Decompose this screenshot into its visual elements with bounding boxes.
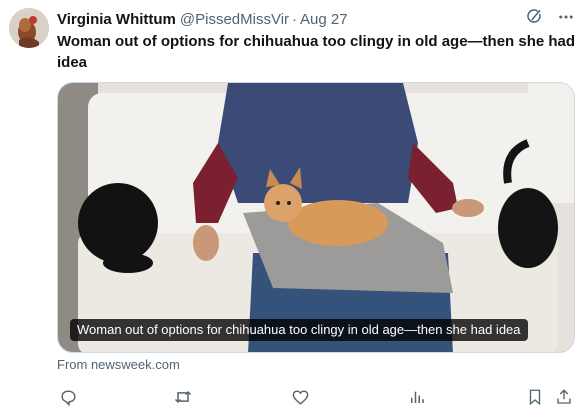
views-icon bbox=[411, 391, 424, 403]
author-handle[interactable]: @PissedMissVir bbox=[180, 11, 289, 28]
share-icon bbox=[557, 389, 571, 404]
avatar-image bbox=[9, 8, 49, 48]
separator: · bbox=[292, 10, 298, 28]
retweet-button[interactable] bbox=[172, 386, 194, 408]
media-image[interactable]: Woman out of options for chihuahua too c… bbox=[57, 82, 575, 353]
like-button[interactable] bbox=[289, 386, 311, 408]
grok-icon[interactable] bbox=[525, 8, 543, 31]
avatar[interactable] bbox=[9, 8, 49, 48]
views-button[interactable] bbox=[406, 386, 428, 408]
photo bbox=[58, 83, 574, 352]
reply-button[interactable] bbox=[57, 386, 79, 408]
tweet-text: Woman out of options for chihuahua too c… bbox=[57, 33, 576, 71]
tweet-header: Virginia Whittum @PissedMissVir · Aug 27 bbox=[57, 8, 575, 31]
author-name[interactable]: Virginia Whittum bbox=[57, 11, 176, 28]
more-icon[interactable] bbox=[557, 8, 575, 31]
like-icon bbox=[292, 389, 308, 405]
action-bar bbox=[57, 386, 575, 408]
bookmark-button[interactable] bbox=[524, 386, 546, 408]
tweet-date[interactable]: Aug 27 bbox=[300, 11, 348, 28]
video-caption: Woman out of options for chihuahua too c… bbox=[70, 319, 528, 341]
retweet-icon bbox=[174, 390, 192, 404]
bookmark-icon bbox=[529, 389, 541, 406]
share-button[interactable] bbox=[553, 386, 575, 408]
reply-icon bbox=[60, 389, 76, 406]
link-source[interactable]: From newsweek.com bbox=[57, 357, 180, 372]
